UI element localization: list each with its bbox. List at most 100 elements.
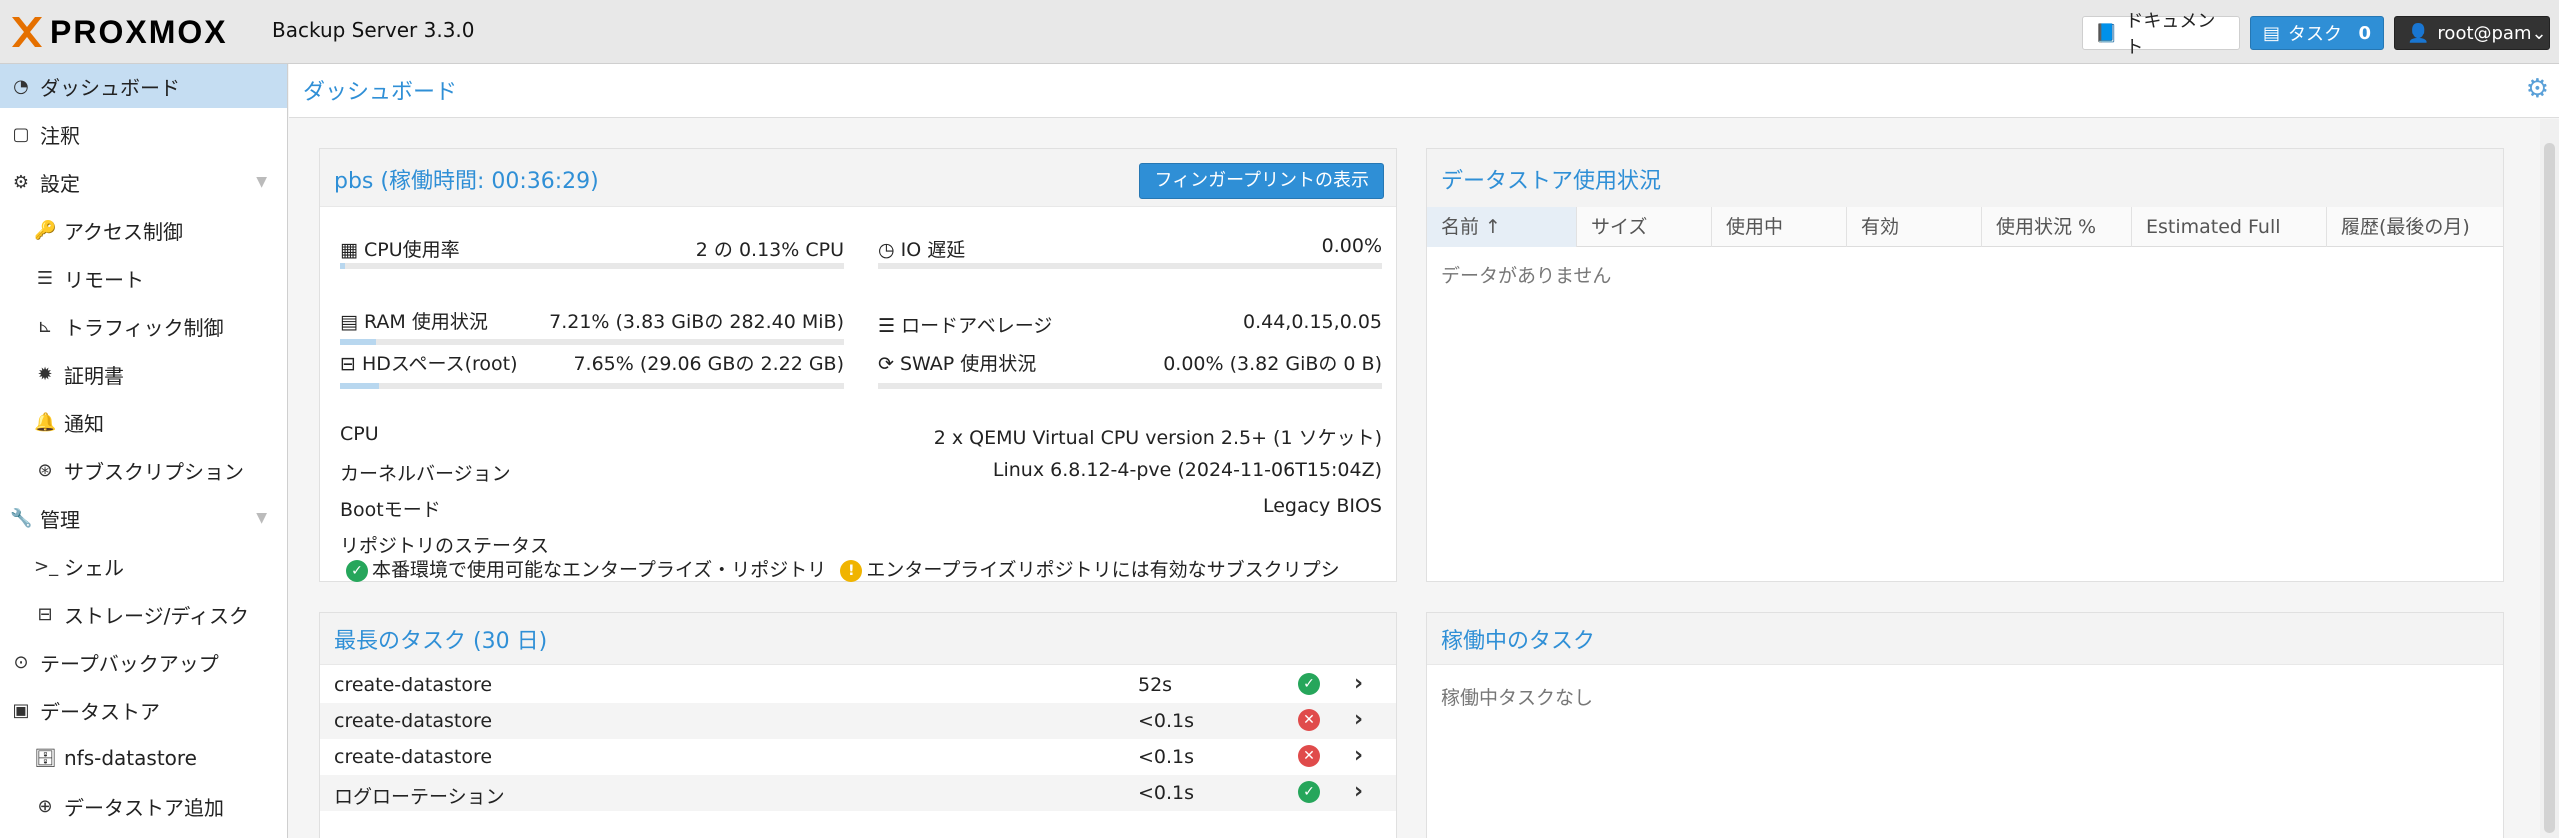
task-duration: 52s [1138,674,1173,696]
sidebar-item-access-control[interactable]: 🔑 アクセス制御 [0,208,287,252]
hdd-icon: ⊟ [340,353,356,375]
column-used[interactable]: 使用中 [1712,207,1847,247]
task-duration: <0.1s [1138,746,1195,768]
terminal-icon: >_ [34,555,59,577]
table-row[interactable]: ログローテーション <0.1s ✓ › [320,775,1396,811]
io-delay-label: IO 遅延 [900,239,966,261]
sidebar-item-administration[interactable]: 🔧 管理 ▼ [0,496,287,540]
cpu-info-value: 2 x QEMU Virtual CPU version 2.5+ (1 ソケッ… [933,427,1382,449]
sidebar-item-tape-backup[interactable]: ⊙ テープバックアップ [0,640,287,684]
top-bar: PROXMOX Backup Server 3.3.0 📘 ドキュメント ▤ タ… [0,0,2559,64]
column-name[interactable]: 名前 ↑ [1427,207,1577,247]
tachometer-icon: ◔ [13,75,29,97]
sidebar-item-label: サブスクリプション [64,459,244,484]
sidebar-item-add-datastore[interactable]: ⊕ データストア追加 [0,784,287,828]
sticky-note-icon: ▢ [12,123,30,145]
signal-icon: ⊾ [37,315,53,337]
tasks-count-badge: 0 [2358,22,2371,44]
user-menu-button[interactable]: 👤 root@pam ⌄ [2394,16,2550,50]
ram-usage-bar [340,339,844,345]
wrench-icon: 🔧 [10,507,33,529]
column-usage-percent[interactable]: 使用状況 % [1982,207,2132,247]
user-label: root@pam [2437,22,2532,44]
sidebar-item-notifications[interactable]: 🔔 通知 [0,400,287,444]
sidebar-item-notes[interactable]: ▢ 注釈 [0,112,287,156]
sidebar-item-nfs-datastore[interactable]: 🗄 nfs-datastore [0,736,287,780]
gears-icon: ⚙ [12,171,30,193]
refresh-icon: ⟳ [878,353,894,375]
server-icon: ☰ [878,315,896,337]
gear-icon[interactable]: ⚙ [2526,74,2549,104]
chip-icon: ▦ [340,239,358,261]
repository-status-details: ✓ 本番環境で使用可能なエンタープライズ・リポジトリ ! エンタープライズリポジトリ… [346,555,1386,582]
sidebar-item-traffic-control[interactable]: ⊾ トラフィック制御 [0,304,287,348]
load-average-value: 0.44,0.15,0.05 [1243,311,1382,333]
sidebar-item-configuration[interactable]: ⚙ 設定 ▼ [0,160,287,204]
page-title: ダッシュボード [303,80,458,105]
kernel-version-label: カーネルバージョン [340,463,511,485]
datastore-usage-panel: データストア使用状況 名前 ↑ サイズ 使用中 有効 使用状況 % Estima… [1426,148,2504,582]
sidebar-item-remotes[interactable]: ☰ リモート [0,256,287,300]
vertical-scrollbar[interactable] [2540,119,2559,838]
sidebar-item-label: 設定 [40,171,80,196]
sidebar-item-label: 管理 [40,507,80,532]
chevron-right-icon[interactable]: › [1354,707,1363,732]
longest-tasks-panel: 最長のタスク (30 日) create-datastore 52s ✓ › c… [319,612,1397,838]
task-duration: <0.1s [1138,782,1195,804]
user-icon: 👤 [2407,22,2430,44]
bell-icon: 🔔 [34,411,57,433]
datastore-grid-header: 名前 ↑ サイズ 使用中 有効 使用状況 % Estimated Full 履歴… [1427,207,2503,247]
sidebar-item-storage-disks[interactable]: ⊟ ストレージ/ディスク [0,592,287,636]
check-circle-icon: ✓ [346,559,368,582]
chevron-right-icon[interactable]: › [1354,743,1363,768]
swap-usage-stat: ⟳ SWAP 使用状況 0.00% (3.82 GiBの 0 B) [878,349,1382,379]
repository-status-label: リポジトリのステータス [340,535,550,557]
scrollbar-thumb[interactable] [2544,143,2555,833]
sidebar-item-label: ストレージ/ディスク [64,603,249,628]
book-icon: 📘 [2095,22,2118,44]
hd-space-stat: ⊟ HDスペース(root) 7.65% (29.06 GBの 2.22 GB) [340,349,844,379]
sidebar-item-certificates[interactable]: ✹ 証明書 [0,352,287,396]
proxmox-logo[interactable]: PROXMOX [10,12,228,52]
sidebar-item-label: 証明書 [64,363,124,388]
hd-space-value: 7.65% (29.06 GBの 2.22 GB) [573,353,844,375]
server-title: pbs (稼働時間: 00:36:29) [334,169,599,194]
documentation-button[interactable]: 📘 ドキュメント [2082,11,2240,58]
panel-header: pbs (稼働時間: 00:36:29) フィンガープリントの表示 [320,149,1396,207]
column-size[interactable]: サイズ [1577,207,1712,247]
collapse-caret-icon[interactable]: ▼ [256,174,267,190]
column-estimated-full[interactable]: Estimated Full [2132,207,2327,247]
task-name: ログローテーション [334,786,505,808]
tasks-button[interactable]: ▤ タスク 0 [2250,16,2384,50]
column-available[interactable]: 有効 [1847,207,1982,247]
chevron-right-icon[interactable]: › [1354,779,1363,804]
sidebar-item-label: データストア [40,699,160,724]
sidebar-item-label: シェル [64,555,124,580]
table-row[interactable]: create-datastore <0.1s ✕ › [320,739,1396,775]
io-delay-bar [878,263,1382,269]
sidebar-item-label: リモート [64,267,144,292]
tasks-label: タスク [2288,24,2343,45]
sidebar-item-subscription[interactable]: ⊛ サブスクリプション [0,448,287,492]
table-row[interactable]: create-datastore <0.1s ✕ › [320,703,1396,739]
documentation-label: ドキュメント [2125,11,2216,58]
running-tasks-panel: 稼働中のタスク 稼働中タスクなし [1426,612,2504,838]
product-name: Backup Server 3.3.0 [272,18,475,42]
sidebar-item-datastore[interactable]: ▣ データストア [0,688,287,732]
error-circle-icon: ✕ [1298,709,1320,731]
table-row[interactable]: create-datastore 52s ✓ › [320,667,1396,703]
chevron-right-icon[interactable]: › [1354,671,1363,696]
sidebar-item-label: 通知 [64,411,104,436]
plus-circle-icon: ⊕ [37,795,53,817]
collapse-caret-icon[interactable]: ▼ [256,510,267,526]
panel-header: 稼働中のタスク [1427,613,2503,665]
navigation-sidebar: ◔ ダッシュボード ▢ 注釈 ⚙ 設定 ▼ 🔑 アクセス制御 ☰ リモート ⊾ … [0,64,288,838]
sidebar-item-dashboard[interactable]: ◔ ダッシュボード [0,64,287,108]
error-circle-icon: ✕ [1298,745,1320,767]
show-fingerprint-button[interactable]: フィンガープリントの表示 [1139,163,1384,199]
check-circle-icon: ✓ [1298,673,1320,695]
sidebar-item-shell[interactable]: >_ シェル [0,544,287,588]
column-history[interactable]: 履歴(最後の月) [2327,207,2503,247]
sidebar-item-label: トラフィック制御 [64,315,224,340]
key-icon: 🔑 [34,219,57,241]
